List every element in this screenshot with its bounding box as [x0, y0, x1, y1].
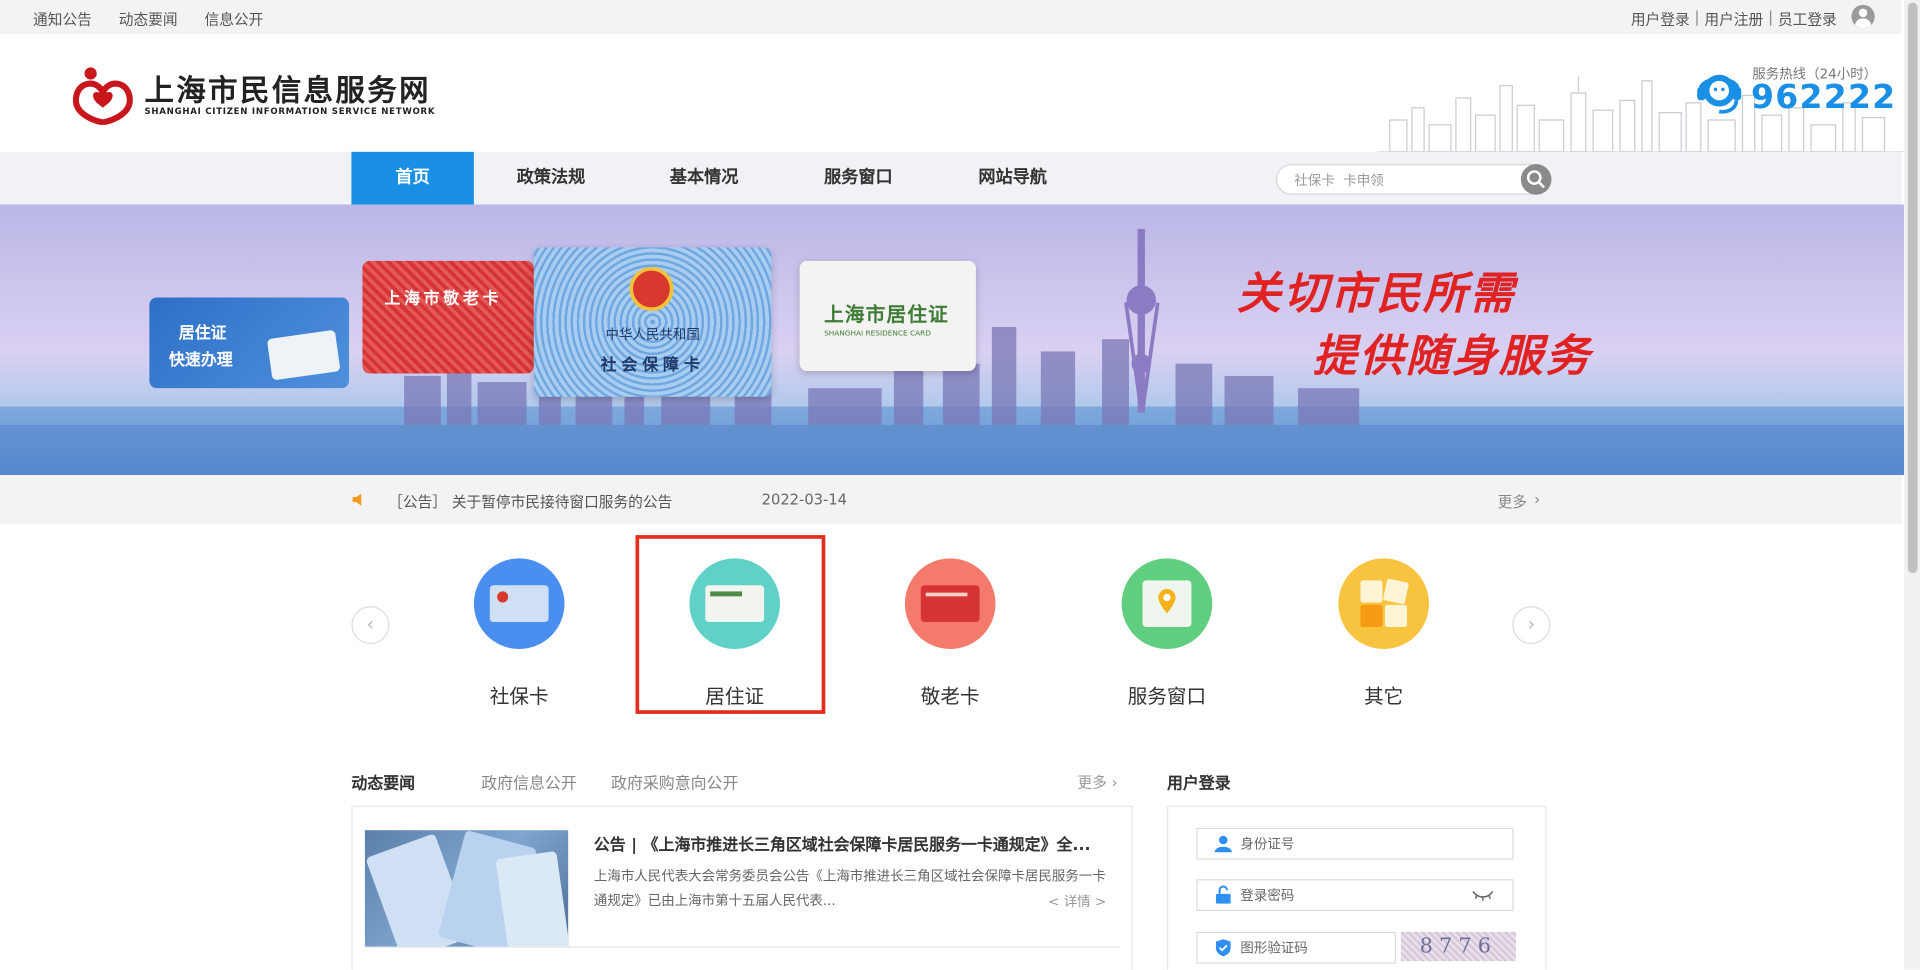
notice-date: 2022-03-14	[761, 491, 848, 509]
topbar-link-notices[interactable]: 通知公告	[33, 9, 92, 30]
residence-promo-card[interactable]: 居住证 快速办理	[149, 297, 349, 389]
hero-banner[interactable]: 居住证 快速办理 上海市敬老卡 中华人民共和国 社会保障卡 上海市居住证 SHA…	[0, 204, 1905, 476]
promo-line1: 居住证	[178, 324, 227, 343]
banner-slogan-line1: 关切市民所需	[1236, 269, 1516, 320]
elder-card-icon	[904, 558, 996, 649]
site-subtitle: SHANGHAI CITIZEN INFORMATION SERVICE NET…	[144, 106, 436, 117]
headset-icon	[1697, 74, 1742, 114]
chevron-right-icon: ›	[1111, 773, 1118, 792]
hotline-number: 962222	[1751, 78, 1897, 117]
site-title: 上海市民信息服务网	[144, 73, 432, 108]
grid-icon	[1338, 558, 1429, 649]
search-button[interactable]	[1520, 164, 1552, 195]
staff-login-link[interactable]: 员工登录	[1778, 9, 1837, 30]
main-nav: 首页 政策法规 基本情况 服务窗口 网站导航	[0, 151, 1902, 205]
chevron-right-icon[interactable]: ›	[1534, 491, 1540, 508]
site-logo-icon[interactable]	[71, 64, 135, 125]
map-pin-icon	[1121, 558, 1213, 649]
search-input[interactable]	[1294, 170, 1515, 190]
banner-slogan-line2: 提供随身服务	[1312, 331, 1592, 383]
nav-site-map[interactable]: 网站导航	[951, 152, 1073, 205]
highlight-box	[635, 535, 826, 714]
separator: |	[1768, 8, 1774, 26]
search-box	[1275, 164, 1552, 195]
news-panel: 公告 | 《上海市推进长三角区域社会保障卡居民服务一卡通规定》全... 上海市人…	[351, 805, 1133, 970]
notice-bar: ［公告］ 关于暂停市民接待窗口服务的公告 2022-03-14 更多 ›	[0, 475, 1902, 525]
id-number-field	[1196, 827, 1514, 860]
scrollbar-thumb[interactable]	[1907, 2, 1918, 574]
service-label: 其它	[1364, 684, 1404, 708]
password-input[interactable]	[1240, 886, 1461, 904]
social-security-card-image: 中华人民共和国 社会保障卡	[533, 247, 772, 397]
nav-policy[interactable]: 政策法规	[490, 152, 612, 205]
search-icon	[1526, 170, 1545, 189]
divider	[364, 946, 1120, 948]
nav-service-window[interactable]: 服务窗口	[797, 152, 919, 205]
service-other[interactable]: 其它	[1310, 558, 1457, 709]
card-country-text: 中华人民共和国	[605, 326, 700, 343]
residence-card-en-text: SHANGHAI RESIDENCE CARD	[824, 329, 931, 338]
nav-basic-info[interactable]: 基本情况	[643, 152, 765, 205]
service-label: 社保卡	[489, 684, 549, 708]
national-emblem-icon	[629, 266, 674, 312]
elder-card-text: 上海市敬老卡	[384, 290, 503, 309]
elder-card-image: 上海市敬老卡	[362, 260, 534, 374]
eye-closed-icon[interactable]	[1472, 889, 1494, 901]
id-number-input[interactable]	[1240, 835, 1461, 853]
promo-line2: 快速办理	[168, 351, 233, 370]
residence-card-image: 上海市居住证 SHANGHAI RESIDENCE CARD	[799, 260, 976, 372]
news-detail-link[interactable]: < 详情 >	[1048, 891, 1106, 911]
news-more-label: 更多	[1077, 773, 1107, 792]
nav-home[interactable]: 首页	[351, 151, 474, 205]
top-bar: 通知公告 动态要闻 信息公开 用户登录 | 用户注册 | 员工登录	[0, 0, 1902, 35]
news-summary: 上海市人民代表大会常务委员会公告《上海市推进长三角区域社会保障卡居民服务一卡通规…	[593, 868, 1106, 909]
login-title: 用户登录	[1166, 775, 1231, 794]
service-label: 服务窗口	[1127, 684, 1207, 708]
social-card-icon	[473, 558, 565, 649]
scrollbar[interactable]	[1904, 0, 1920, 970]
news-more-link[interactable]: 更多 ›	[1078, 771, 1118, 792]
shield-icon	[1215, 939, 1231, 957]
tab-gov-info[interactable]: 政府信息公开	[481, 770, 577, 793]
chevron-left-icon: ‹	[366, 612, 375, 636]
card-title-text: 社会保障卡	[600, 356, 705, 375]
notice-more-link[interactable]: 更多	[1498, 491, 1527, 512]
carousel-next-button[interactable]: ›	[1512, 606, 1551, 645]
chevron-right-icon: ›	[1527, 612, 1536, 636]
news-thumbnail[interactable]	[364, 830, 569, 947]
header: 上海市民信息服务网 SHANGHAI CITIZEN INFORMATION S…	[0, 34, 1905, 152]
captcha-image[interactable]: 8776	[1400, 931, 1516, 962]
lock-icon	[1215, 885, 1231, 904]
tab-news[interactable]: 动态要闻	[351, 770, 415, 793]
service-social-security-card[interactable]: 社保卡	[446, 558, 593, 709]
password-field	[1196, 879, 1514, 912]
tab-procurement[interactable]: 政府采购意向公开	[611, 770, 738, 793]
mini-card-image	[266, 329, 341, 381]
speaker-icon	[352, 493, 362, 506]
user-register-link[interactable]: 用户注册	[1704, 9, 1763, 30]
separator: |	[1694, 8, 1700, 26]
carousel-prev-button[interactable]: ‹	[351, 606, 390, 645]
notice-tag: ［公告］	[388, 493, 447, 511]
user-login-link[interactable]: 用户登录	[1631, 9, 1690, 30]
residence-card-text: 上海市居住证	[824, 302, 950, 326]
service-elder-card[interactable]: 敬老卡	[877, 558, 1024, 709]
news-title[interactable]: 公告 | 《上海市推进长三角区域社会保障卡居民服务一卡通规定》全...	[594, 831, 1091, 854]
service-window[interactable]: 服务窗口	[1093, 558, 1240, 709]
user-icon	[1214, 835, 1232, 853]
notice-title[interactable]: 关于暂停市民接待窗口服务的公告	[452, 491, 672, 512]
service-label: 敬老卡	[920, 684, 980, 708]
topbar-link-info[interactable]: 信息公开	[205, 9, 264, 30]
captcha-field	[1196, 931, 1461, 964]
user-avatar-icon[interactable]	[1851, 4, 1875, 29]
topbar-link-news[interactable]: 动态要闻	[119, 9, 178, 30]
